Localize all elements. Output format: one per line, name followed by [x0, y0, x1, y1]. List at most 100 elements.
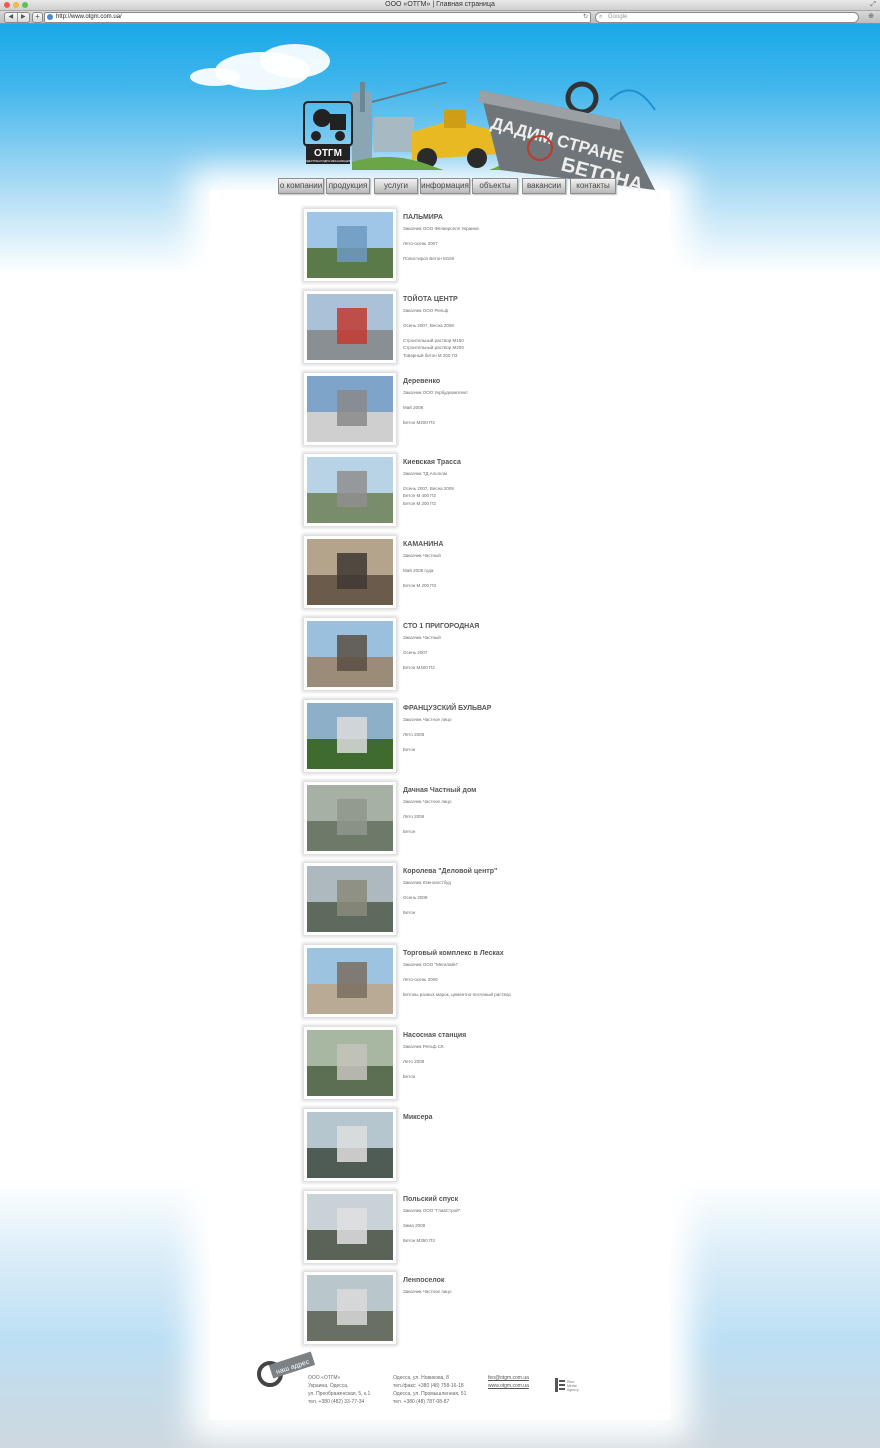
footer-text: Одесса, ул. Промышленная, 51 — [393, 1391, 467, 1397]
forward-button[interactable]: ▶ — [18, 13, 30, 22]
project-title: СТО 1 ПРИГОРОДНАЯ — [403, 623, 480, 630]
address-bar[interactable]: http://www.otgm.com.ua/ ↻ — [44, 12, 591, 23]
project-detail: Строительный раствор М150 — [403, 338, 464, 343]
cloud-decoration — [260, 44, 330, 78]
project-item: Деревенко Заказчик ООО Укрбудкомплект Май … — [304, 373, 634, 445]
project-photo[interactable] — [304, 1027, 396, 1099]
project-detail: Осень 2007, Весна 2008 — [403, 323, 454, 328]
search-field[interactable]: ⌕ Google — [595, 12, 859, 23]
project-title: ФРАНЦУЗСКИЙ БУЛЬВАР — [403, 705, 492, 712]
project-photo[interactable] — [304, 1272, 396, 1344]
project-item: Миксера — [304, 1109, 634, 1181]
project-photo[interactable] — [304, 700, 396, 772]
reload-icon[interactable]: ↻ — [583, 13, 588, 22]
project-detail: Лето-осень 2008 — [403, 977, 438, 982]
project-detail: Заказчик Южноагстбуд — [403, 880, 451, 885]
project-photo-image — [307, 457, 393, 523]
nav-item-services[interactable]: услуги — [374, 178, 418, 194]
project-item: ПАЛЬМИРА Заказчик ООО Фелиерселл Украина Л… — [304, 209, 634, 281]
nav-item-objects[interactable]: объекты — [472, 178, 518, 194]
resize-icon[interactable]: ⤢ — [870, 0, 876, 10]
footer-text: Украина, Одесса, — [308, 1383, 349, 1389]
nav-item-information[interactable]: информация — [420, 178, 470, 194]
project-photo-image — [307, 376, 393, 442]
project-photo-image — [307, 1275, 393, 1341]
project-item: КАМАНИНА Заказчик Частный Май 2008 года Бет… — [304, 536, 634, 608]
project-photo[interactable] — [304, 209, 396, 281]
project-title: Насосная станция — [403, 1032, 467, 1039]
search-placeholder: Google — [608, 14, 628, 20]
project-title: Киевская Трасса — [403, 459, 461, 466]
footer-website-link[interactable]: www.otgm.com.ua — [488, 1382, 529, 1390]
project-detail: Зима 2009 — [403, 1223, 426, 1228]
project-item: ТОЙОТА ЦЕНТР Заказчик ООО Рельф Осень 2007… — [304, 291, 634, 363]
nav-item-about[interactable]: о компании — [278, 178, 324, 194]
project-item: Насосная станция Заказчик Рельф СК Лето 20… — [304, 1027, 634, 1099]
nav-item-vacancies[interactable]: вакансии — [522, 178, 566, 194]
footer-text: тел. +380 (482) 33-77-34 — [308, 1399, 365, 1405]
project-title: Торговый комплекс в Лесках — [403, 950, 504, 957]
window-title: ООО «ОТГМ» | Главная страница — [385, 1, 495, 8]
logo-text: ОТГМ — [314, 148, 342, 159]
project-photo[interactable] — [304, 618, 396, 690]
footer-text: ООО «ОТГМ» — [308, 1375, 341, 1381]
project-title: ПАЛЬМИРА — [403, 214, 443, 221]
project-detail: Заказчик Частное лицо — [403, 1289, 452, 1294]
project-detail: Осень 2007 — [403, 650, 428, 655]
project-photo-image — [307, 785, 393, 851]
cloud-decoration — [190, 68, 240, 86]
bookmarks-icon[interactable]: ⊕ — [868, 12, 874, 21]
project-detail: Заказчик Частный — [403, 553, 441, 558]
footer-email-link[interactable]: feo@otgm.com.ua — [488, 1374, 529, 1382]
project-photo[interactable] — [304, 291, 396, 363]
footer-text: тел. +380 (48) 787-08-87 — [393, 1399, 450, 1405]
project-detail: Заказчик Частное лицо — [403, 799, 452, 804]
project-photo[interactable] — [304, 536, 396, 608]
agency-text: Agency — [567, 1388, 579, 1392]
project-photo-image — [307, 1194, 393, 1260]
project-title: КАМАНИНА — [403, 541, 444, 548]
project-item: Ленпоселок Заказчик Частное лицо — [304, 1272, 634, 1344]
project-detail: Май 2008 — [403, 405, 424, 410]
add-bookmark-button[interactable]: + — [32, 12, 43, 23]
agency-logo[interactable]: Rem Media Agency — [555, 1376, 585, 1394]
agency-icon — [555, 1378, 565, 1392]
project-detail: Осень 2007, Весна 2008 — [403, 486, 454, 491]
project-photo-image — [307, 539, 393, 605]
project-detail: Полистирол Бетон М150 — [403, 256, 455, 261]
project-photo[interactable] — [304, 782, 396, 854]
project-photo[interactable] — [304, 373, 396, 445]
back-button[interactable]: ◀ — [5, 13, 18, 22]
project-title: Польский спуск — [403, 1196, 459, 1203]
address-badge: наш адрес — [257, 1351, 316, 1387]
project-detail: Заказчик Частный — [403, 635, 441, 640]
footer-text: ул. Преображенская, 5, к.1 — [308, 1391, 371, 1397]
project-title: Королева "Деловой центр" — [403, 868, 498, 875]
project-item: Дачная Частный дом Заказчик Частное лицо Л… — [304, 782, 634, 854]
project-photo-image — [307, 1030, 393, 1096]
project-detail: Заказчик ООО Укрбудкомплект — [403, 390, 469, 395]
project-detail: Заказчик ООО Рельф — [403, 308, 449, 313]
project-photo-image — [307, 212, 393, 278]
project-photo-image — [307, 703, 393, 769]
project-detail: Бетоны разных марок, цементно-песчаный р… — [403, 992, 511, 997]
project-detail: Бетон — [403, 1074, 416, 1079]
project-photo[interactable] — [304, 863, 396, 935]
project-detail: Бетон — [403, 829, 416, 834]
project-detail: Товарный бетон М 200 П3 — [403, 353, 458, 358]
project-item: СТО 1 ПРИГОРОДНАЯ Заказчик Частный Осень 2… — [304, 618, 634, 690]
project-detail: Строительный раствор М200 — [403, 345, 464, 350]
project-photo[interactable] — [304, 945, 396, 1017]
project-photo[interactable] — [304, 1191, 396, 1263]
project-item: Торговый комплекс в Лесках Заказчик ООО "… — [304, 945, 634, 1017]
site-globe-icon — [47, 14, 53, 20]
nav-item-contacts[interactable]: контакты — [570, 178, 616, 194]
project-photo[interactable] — [304, 454, 396, 526]
project-detail: Лето 2008 — [403, 1059, 425, 1064]
window-titlebar: ООО «ОТГМ» | Главная страница ⤢ — [0, 0, 880, 11]
nav-item-products[interactable]: продукция — [326, 178, 370, 194]
project-photo-image — [307, 866, 393, 932]
project-photo[interactable] — [304, 1109, 396, 1181]
footer-text: Одесса, ул. Новикова, 8 — [393, 1375, 449, 1381]
project-detail: Лето 2008 — [403, 814, 425, 819]
